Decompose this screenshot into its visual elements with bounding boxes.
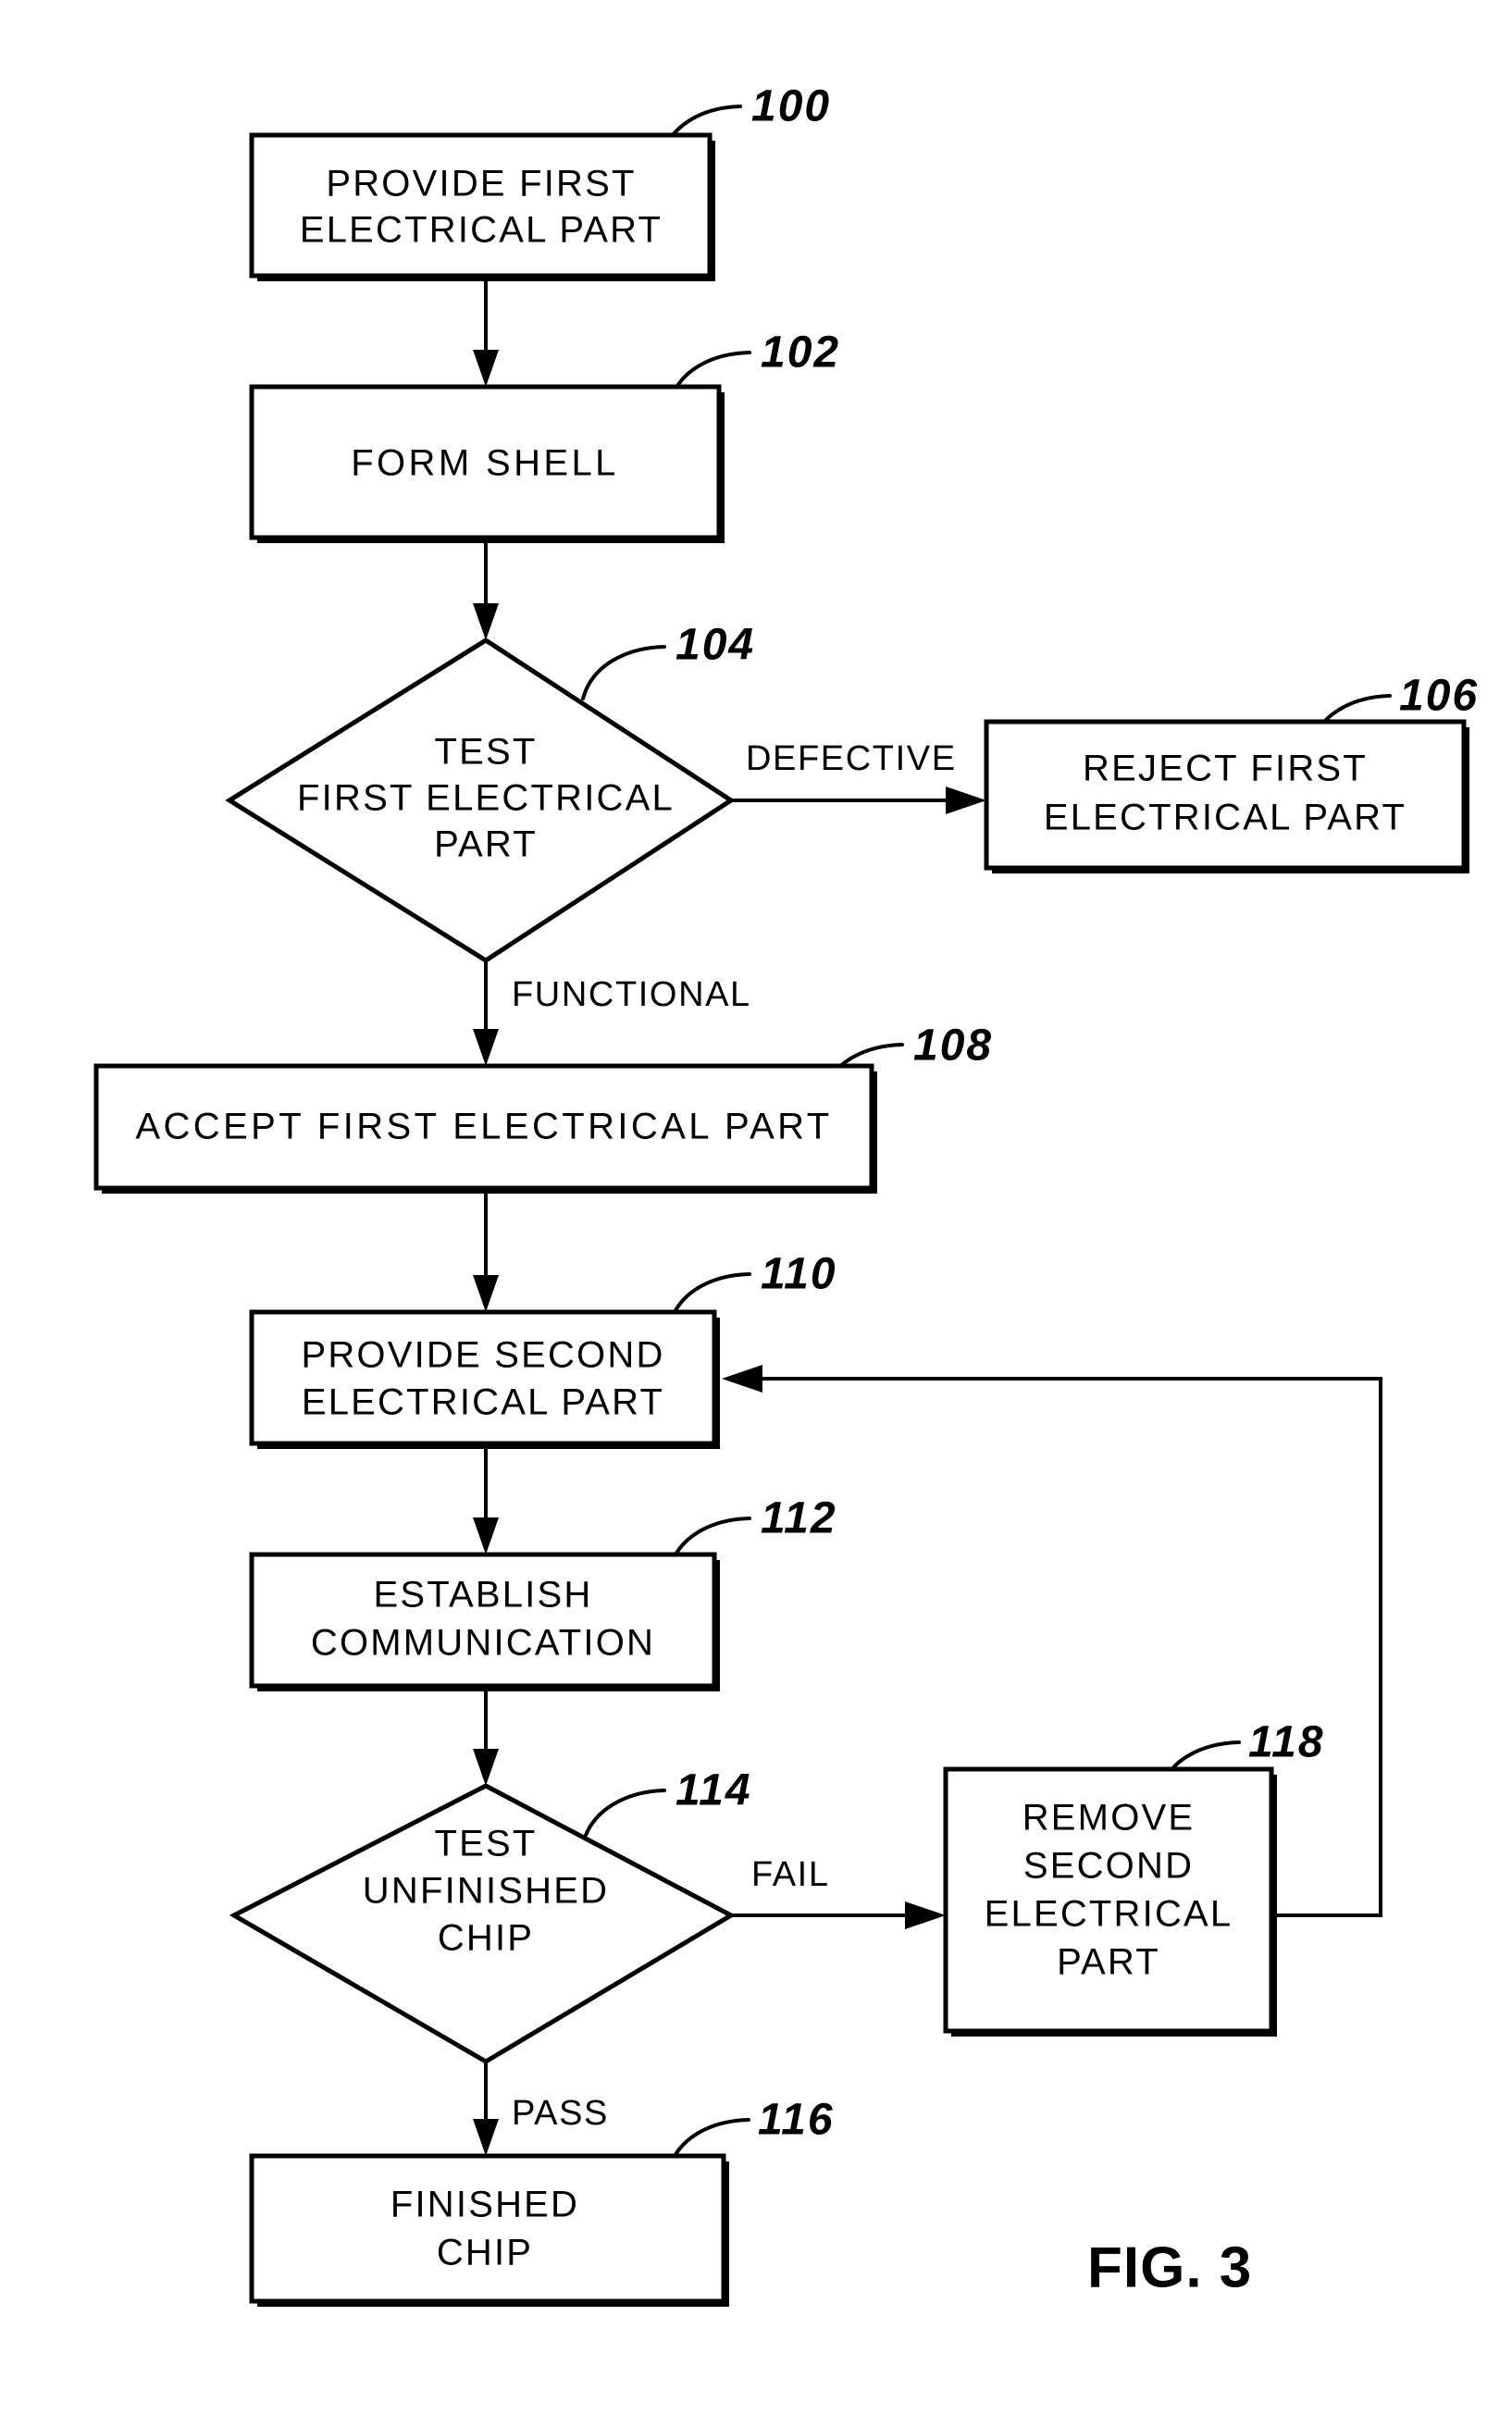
node-establish-communication[interactable]: ESTABLISH COMMUNICATION <box>249 1552 720 1691</box>
ref-leader-104 <box>581 645 666 700</box>
node-reject-first-electrical-part[interactable]: REJECT FIRST ELECTRICAL PART <box>984 719 1469 873</box>
node-100-line-1: PROVIDE FIRST <box>326 164 636 204</box>
node-100-line-2: ELECTRICAL PART <box>300 210 663 251</box>
node-provide-first-electrical-part[interactable]: PROVIDE FIRST ELECTRICAL PART <box>249 132 715 281</box>
edge-label-defective: DEFECTIVE <box>746 739 957 778</box>
connector-108-to-110 <box>473 1192 499 1312</box>
node-118-line-4: PART <box>1057 1942 1160 1983</box>
ref-numeral-114: 114 <box>675 1766 752 1815</box>
connector-114-to-116 <box>473 2062 499 2156</box>
ref-numeral-104: 104 <box>675 621 755 670</box>
ref-numeral-106: 106 <box>1399 672 1479 721</box>
connector-100-to-102 <box>473 278 499 387</box>
node-118-line-1: REMOVE <box>1022 1798 1196 1839</box>
node-110-line-1: PROVIDE SECOND <box>301 1335 664 1376</box>
node-106-line-2: ELECTRICAL PART <box>1044 798 1407 838</box>
node-116-line-2: CHIP <box>437 2233 533 2273</box>
connector-102-to-104 <box>473 541 499 640</box>
node-finished-chip[interactable]: FINISHED CHIP <box>249 2153 729 2307</box>
connector-104-to-108 <box>473 960 499 1066</box>
node-104-line-1: TEST <box>434 732 537 773</box>
ref-numeral-102: 102 <box>761 328 840 378</box>
edge-label-functional: FUNCTIONAL <box>512 975 751 1014</box>
node-remove-second-electrical-part[interactable]: REMOVE SECOND ELECTRICAL PART <box>943 1766 1277 2037</box>
node-104-line-2: FIRST ELECTRICAL <box>297 778 675 819</box>
node-108-line-1: ACCEPT FIRST ELECTRICAL PART <box>135 1107 832 1147</box>
node-102-line-1: FORM SHELL <box>351 443 619 484</box>
connector-112-to-114 <box>473 1679 499 1786</box>
node-test-unfinished-chip[interactable]: TEST UNFINISHED CHIP <box>229 1783 737 2064</box>
ref-numeral-110: 110 <box>761 1250 837 1299</box>
node-form-shell[interactable]: FORM SHELL <box>249 384 725 543</box>
ref-leader-114 <box>581 1789 666 1845</box>
ref-numeral-112: 112 <box>761 1494 837 1543</box>
node-provide-second-electrical-part[interactable]: PROVIDE SECOND ELECTRICAL PART <box>249 1309 720 1449</box>
node-114-line-2: UNFINISHED <box>363 1871 609 1912</box>
node-104-line-3: PART <box>434 824 538 865</box>
patent-figure: PROVIDE FIRST ELECTRICAL PART 100 FORM S… <box>0 0 1512 2415</box>
node-118-line-2: SECOND <box>1023 1846 1194 1887</box>
connector-114-to-118 <box>731 1901 946 1929</box>
edge-label-fail: FAIL <box>751 1855 830 1894</box>
node-116-line-1: FINISHED <box>390 2185 579 2225</box>
node-114-line-3: CHIP <box>438 1918 534 1959</box>
node-114-line-1: TEST <box>434 1824 537 1864</box>
ref-numeral-118: 118 <box>1248 1718 1325 1767</box>
node-112-line-2: COMMUNICATION <box>311 1623 655 1664</box>
connector-110-to-112 <box>473 1443 499 1554</box>
connector-104-to-106 <box>731 786 986 814</box>
node-112-line-1: ESTABLISH <box>374 1575 593 1616</box>
ref-numeral-116: 116 <box>758 2096 835 2145</box>
figure-caption: FIG. 3 <box>1087 2235 1252 2299</box>
edge-label-pass: PASS <box>512 2094 609 2133</box>
node-118-line-3: ELECTRICAL <box>985 1894 1233 1935</box>
ref-numeral-108: 108 <box>913 1022 993 1071</box>
node-110-line-2: ELECTRICAL PART <box>302 1382 664 1423</box>
ref-numeral-100: 100 <box>751 82 831 131</box>
node-test-first-electrical-part[interactable]: TEST FIRST ELECTRICAL PART <box>225 638 736 963</box>
flowchart-diagram: PROVIDE FIRST ELECTRICAL PART 100 FORM S… <box>93 82 1479 2307</box>
node-106-line-1: REJECT FIRST <box>1083 749 1368 789</box>
node-accept-first-electrical-part[interactable]: ACCEPT FIRST ELECTRICAL PART <box>93 1063 877 1194</box>
